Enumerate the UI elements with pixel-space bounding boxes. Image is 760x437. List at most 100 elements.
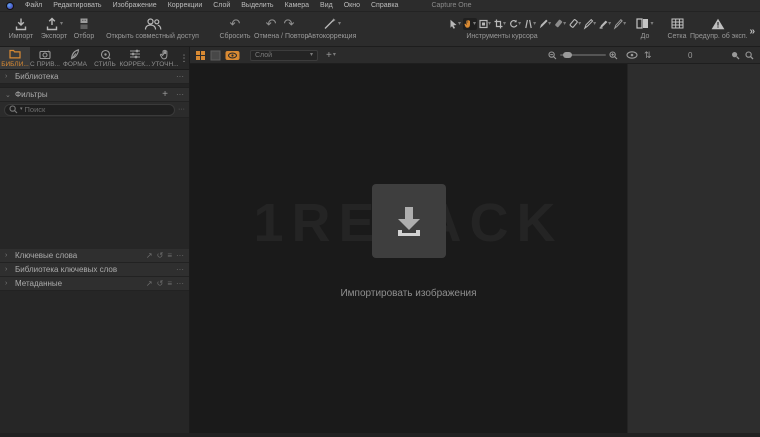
menu-camera[interactable]: Камера (285, 2, 309, 9)
import-dropzone[interactable] (372, 184, 446, 258)
proof-view-icon[interactable] (225, 50, 240, 61)
select-arrow-tool[interactable]: ▾ (448, 18, 462, 30)
zoom-slider-handle[interactable] (563, 52, 572, 58)
search-icon (9, 105, 18, 114)
eraser-tool[interactable]: ▾ (553, 18, 567, 30)
undo-redo-buttons[interactable]: ↶ ↷ Отмена / Повтор (254, 15, 308, 40)
browser-view-eye-icon[interactable] (626, 51, 638, 59)
sort-order-icon[interactable]: ⇅ (644, 50, 652, 61)
menu-image[interactable]: Изображение (113, 2, 157, 9)
autocorrect-button[interactable]: ▾ Автокоррекция (304, 15, 360, 40)
menu-edit[interactable]: Редактировать (53, 2, 101, 9)
pan-hand-tool[interactable]: ▾ (463, 17, 478, 30)
filters-section-header[interactable]: ⌄ Фильтры + ··· (0, 88, 189, 102)
layer-selector[interactable]: Слой ▾ (250, 49, 318, 61)
menu-bar: Файл Редактировать Изображение Коррекции… (0, 0, 760, 12)
undo-icon[interactable]: ↶ (266, 17, 277, 30)
tab-refine[interactable]: УТОЧН... (150, 47, 180, 69)
folder-icon (9, 48, 21, 60)
presets-icon[interactable]: ≡ (167, 279, 172, 288)
browser-search-tools (731, 50, 754, 60)
zoom-out-icon[interactable] (548, 50, 557, 60)
adjustment-sliders-icon (129, 48, 141, 60)
draw-pen-tool[interactable]: ▾ (538, 18, 552, 30)
crop-tool[interactable]: ▾ (493, 18, 507, 30)
presets-icon[interactable]: ≡ (167, 251, 172, 260)
tab-shape[interactable]: ФОРМА (60, 47, 90, 69)
search-input[interactable] (24, 105, 170, 114)
collapse-arrow-icon[interactable]: › (5, 280, 11, 287)
export-button[interactable]: ▾ Экспорт (38, 15, 70, 40)
chevron-down-icon: ▾ (650, 20, 654, 27)
menu-help[interactable]: Справка (371, 2, 398, 9)
collapse-arrow-icon[interactable]: › (5, 266, 11, 273)
single-view-icon[interactable] (210, 50, 221, 61)
app-title: Capture One (431, 2, 472, 9)
cull-button[interactable]: Отбор (70, 15, 98, 40)
export-icon: ▾ (38, 15, 70, 32)
section-menu-icon[interactable]: ··· (176, 265, 184, 274)
menu-select[interactable]: Выделить (241, 2, 273, 9)
cull-icon (70, 15, 98, 32)
collapse-arrow-icon[interactable]: › (5, 73, 11, 80)
import-button[interactable]: Импорт (4, 15, 38, 40)
keywords-section-header[interactable]: › Ключевые слова ↗ ↺ ≡ ··· (0, 249, 189, 263)
zoom-in-icon[interactable] (609, 50, 618, 60)
copy-adjustments-icon[interactable]: ↗ (146, 279, 153, 288)
copy-adjustments-icon[interactable]: ↗ (146, 251, 153, 260)
menu-layer[interactable]: Слой (213, 2, 230, 9)
menu-file[interactable]: Файл (25, 2, 42, 9)
metadata-section-header[interactable]: › Метаданные ↗ ↺ ≡ ··· (0, 277, 189, 291)
tab-adjustments[interactable]: КОРРЕК... (120, 47, 151, 69)
tab-library[interactable]: БИБЛИ... (0, 47, 30, 69)
exposure-warning-button[interactable]: Предупр. об эксп. (690, 15, 748, 40)
reset-icon[interactable]: ↺ (157, 279, 164, 288)
marker-tool[interactable]: ▾ (598, 18, 612, 30)
toolbar-overflow-button[interactable]: » (749, 26, 755, 37)
capture-one-logo-icon (6, 1, 14, 10)
section-menu-icon[interactable]: ··· (176, 279, 184, 288)
tab-styles[interactable]: СТИЛЬ (90, 47, 120, 69)
keyword-library-section-header[interactable]: › Библиотека ключевых слов ··· (0, 263, 189, 277)
reset-icon[interactable]: ↺ (157, 251, 164, 260)
library-section-header[interactable]: › Библиотека ··· (0, 70, 189, 84)
section-menu-icon[interactable]: ··· (176, 72, 184, 81)
zoom-controls (548, 50, 618, 60)
add-filter-icon[interactable]: + (162, 89, 168, 100)
tab-capture-tethered[interactable]: С ПРИВ... (30, 47, 60, 69)
reset-adjustments-button[interactable]: ↶ Сбросить (216, 15, 254, 40)
eraser-soft-tool[interactable]: ▾ (568, 18, 582, 30)
left-sidebar: БИБЛИ... С ПРИВ... ФОРМА СТИЛЬ КОРРЕК...… (0, 47, 190, 434)
tabs-overflow-menu[interactable]: ⋮ (180, 47, 189, 69)
browser-tools: ⇅ (626, 50, 652, 61)
zoom-slider[interactable] (560, 52, 606, 58)
redo-icon[interactable]: ↷ (284, 17, 295, 30)
share-button[interactable]: Открыть совместный доступ (105, 15, 200, 40)
viewer-toolbar: Слой ▾ + ▾ ⇅ 0 (190, 47, 760, 64)
chevron-down-icon: ▾ (59, 20, 63, 27)
section-menu-icon[interactable]: ··· (176, 90, 184, 99)
rotate-tool[interactable]: ▾ (508, 18, 522, 30)
cursor-tools-group: ▾ ▾ ▾ ▾ ▾ ▾ ▾ ▾ ▾ ▾ ▾ ▾ Инструменты курс… (448, 15, 626, 40)
before-after-button[interactable]: ▾ До (628, 15, 662, 40)
multi-view-icon[interactable] (195, 50, 206, 61)
menu-window[interactable]: Окно (344, 2, 360, 9)
grid-button[interactable]: Сетка (662, 15, 692, 40)
pen-fine-tool[interactable]: ▾ (613, 18, 627, 30)
browser-panel[interactable] (627, 64, 760, 433)
menu-view[interactable]: Вид (320, 2, 333, 9)
browser-filter-icon[interactable] (731, 51, 740, 60)
expand-arrow-icon[interactable]: ⌄ (5, 91, 11, 99)
search-options-icon[interactable]: ··· (178, 106, 185, 113)
section-menu-icon[interactable]: ··· (176, 251, 184, 260)
keystone-tool[interactable]: ▾ (523, 18, 537, 30)
search-input-container[interactable]: ▾ (4, 103, 175, 116)
import-caption[interactable]: Импортировать изображения (190, 288, 627, 299)
mask-frame-tool[interactable]: ▾ (478, 18, 492, 30)
collapse-arrow-icon[interactable]: › (5, 252, 11, 259)
add-layer-button[interactable]: + ▾ (326, 50, 336, 61)
menu-adjustments[interactable]: Коррекции (168, 2, 203, 9)
search-scope-chevron-icon[interactable]: ▾ (20, 107, 23, 112)
pen-alt-tool[interactable]: ▾ (583, 18, 597, 30)
browser-search-icon[interactable] (745, 50, 754, 60)
